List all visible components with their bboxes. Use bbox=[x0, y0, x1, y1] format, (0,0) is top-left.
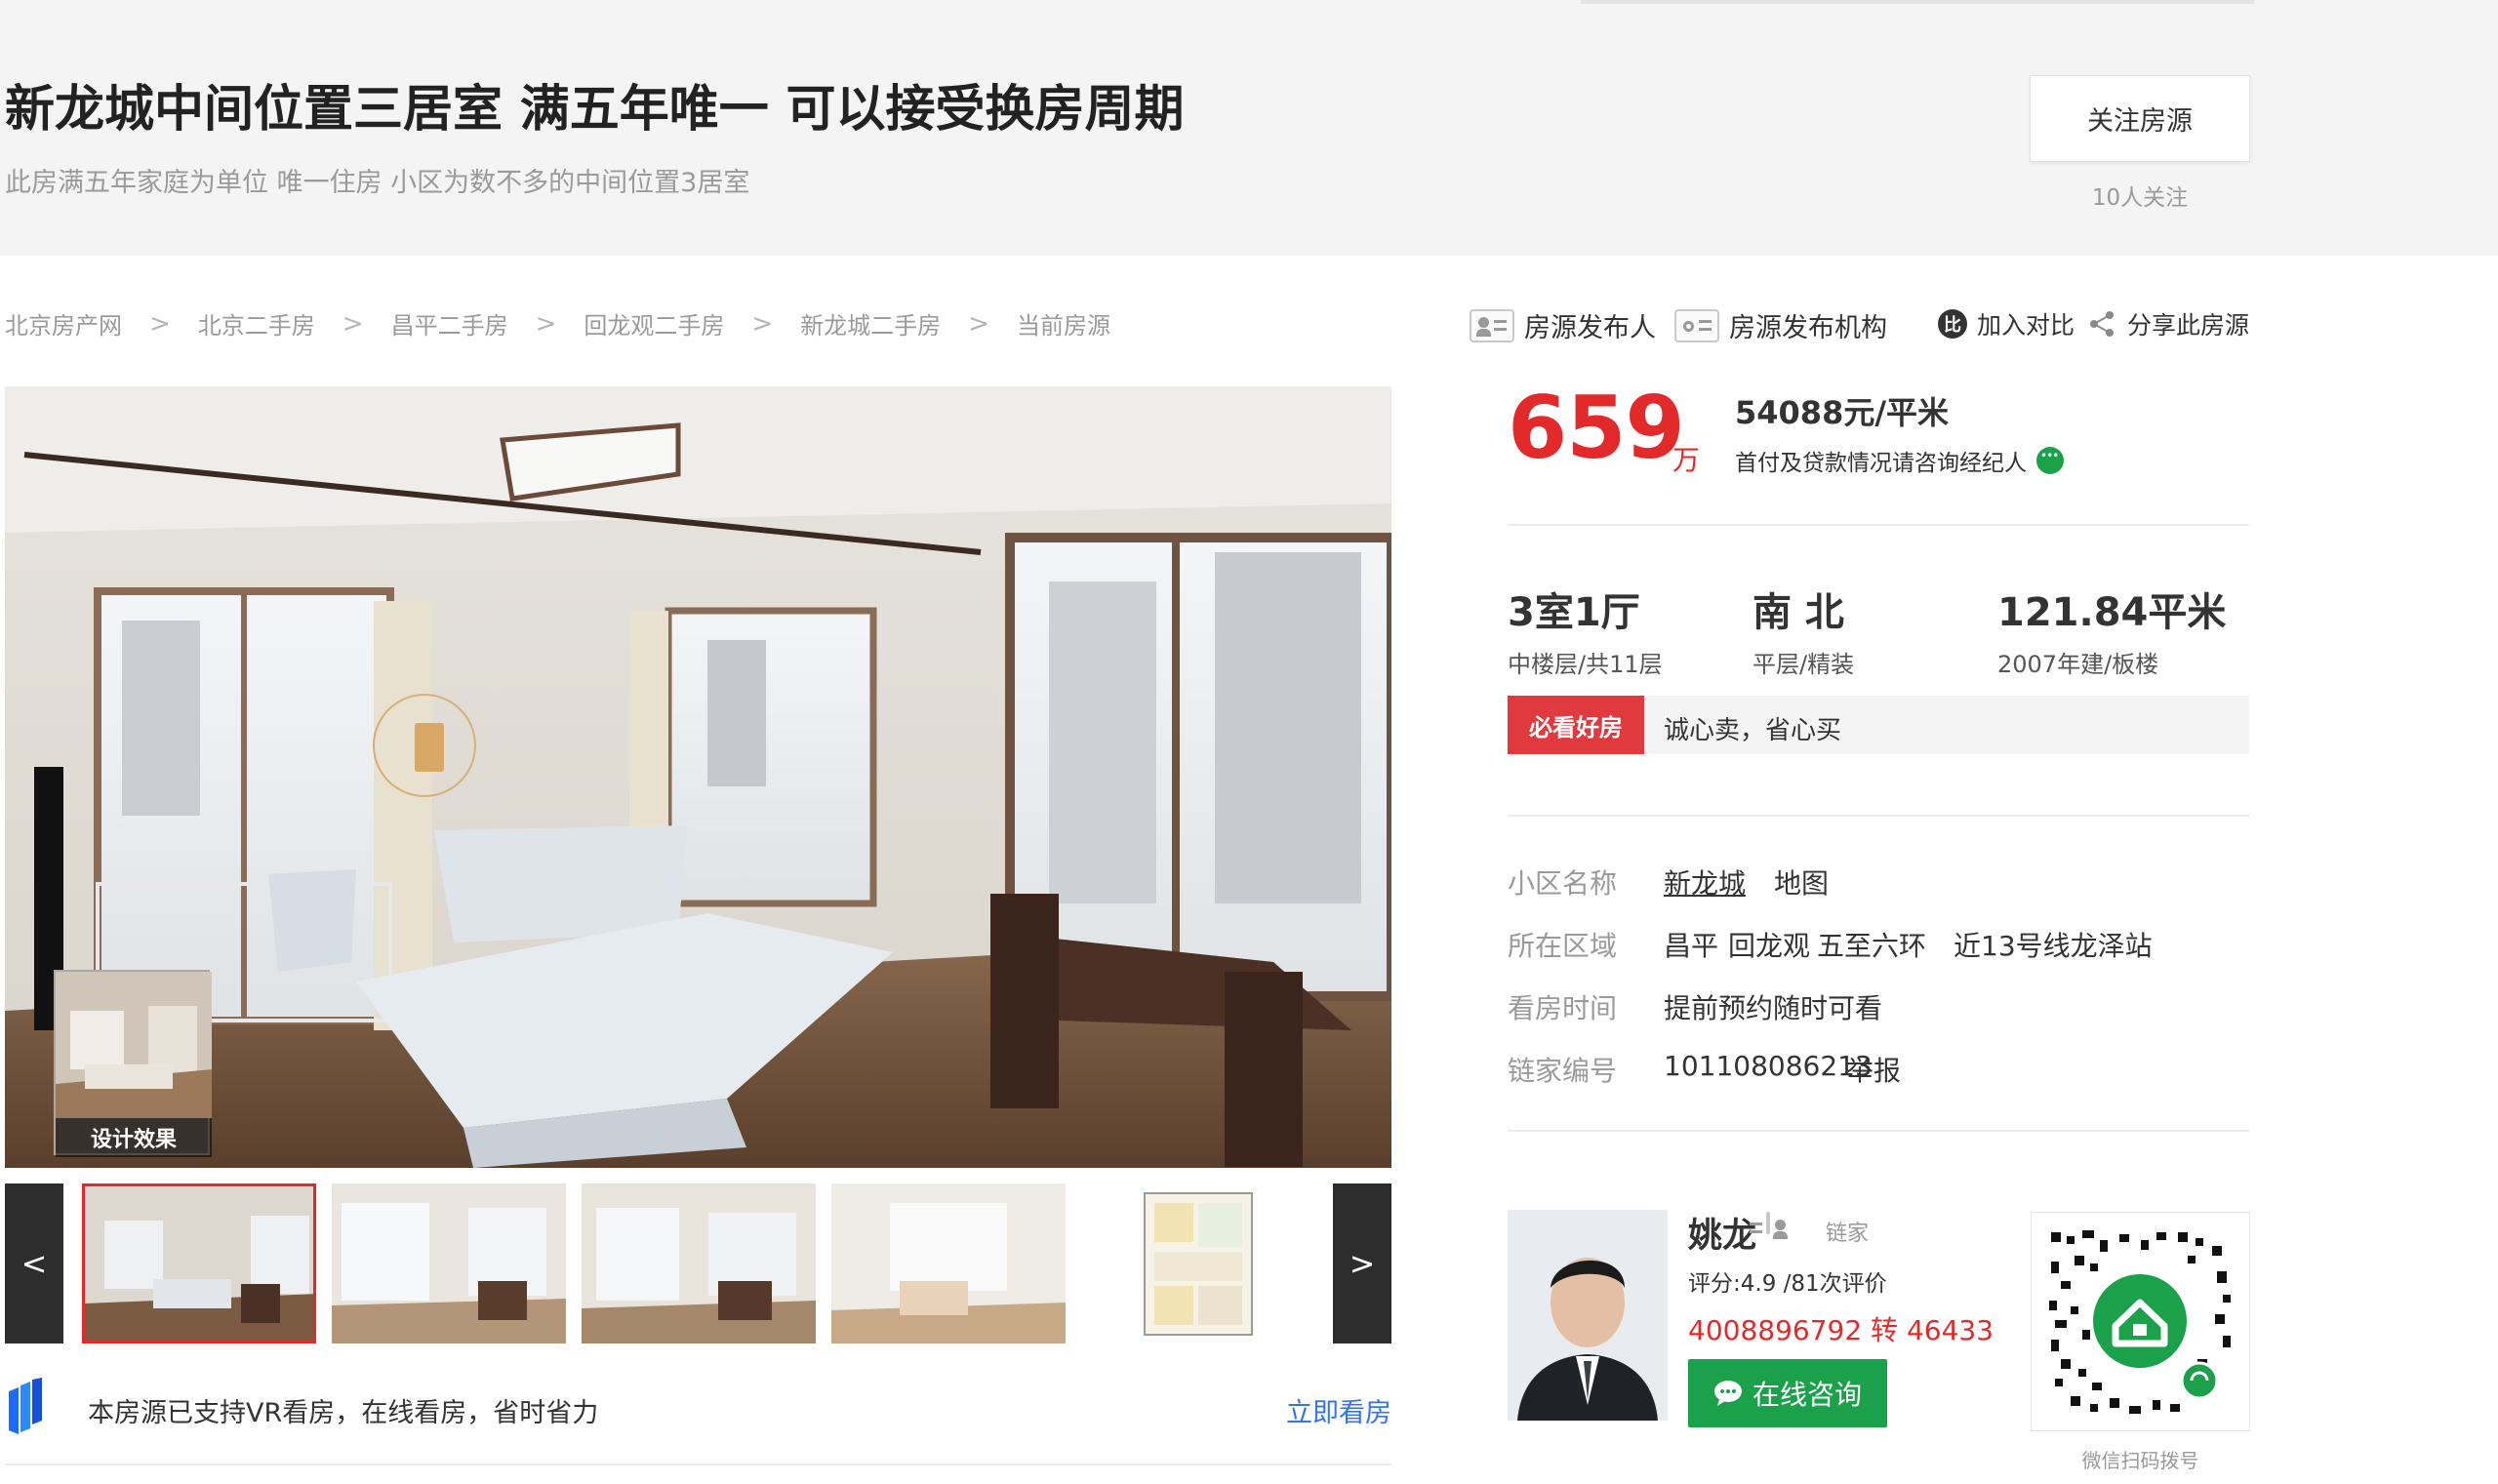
online-consult-button[interactable]: 在线咨询 bbox=[1688, 1359, 1887, 1427]
floorplan-image bbox=[1081, 1183, 1315, 1344]
spec-area-sub: 2007年建/板楼 bbox=[1997, 651, 2159, 678]
chat-bubble-icon bbox=[1713, 1381, 1742, 1406]
breadcrumb-current: 当前房源 bbox=[1016, 312, 1110, 340]
id-card-icon bbox=[1470, 308, 1514, 342]
divider bbox=[5, 1464, 1391, 1465]
map-link[interactable]: 地图 bbox=[1774, 862, 1829, 902]
area-subway: 近13号线龙泽站 bbox=[1954, 930, 2153, 962]
spec-layout-main: 3室1厅 bbox=[1508, 590, 1640, 635]
publisher-button[interactable]: 房源发布人 bbox=[1470, 306, 1656, 344]
design-effect-image bbox=[56, 972, 212, 1118]
agent-phone: 4008896792 转 46433 bbox=[1688, 1314, 1994, 1346]
unit-price: 54088元/平米 bbox=[1735, 394, 1950, 431]
breadcrumb-separator: > bbox=[751, 308, 774, 339]
report-link[interactable]: 举报 bbox=[1846, 1050, 1901, 1089]
thumbnail-dining-2[interactable] bbox=[582, 1183, 816, 1344]
vr-view-link[interactable]: 立即看房 bbox=[1286, 1391, 1391, 1429]
agent-avatar[interactable] bbox=[1508, 1210, 1668, 1421]
area-ring: 五至六环 bbox=[1817, 930, 1927, 962]
top-strip bbox=[1581, 0, 2254, 4]
thumbnail-strip: < > bbox=[5, 1183, 1391, 1344]
qr-code-image bbox=[2032, 1213, 2249, 1430]
breadcrumb-huilongguan[interactable]: 回龙观二手房 bbox=[584, 306, 724, 341]
total-price-unit: 万 bbox=[1672, 444, 1701, 476]
breadcrumb-changping[interactable]: 昌平二手房 bbox=[391, 306, 508, 341]
breadcrumb-beijing-secondhand[interactable]: 北京二手房 bbox=[198, 306, 315, 341]
online-consult-label: 在线咨询 bbox=[1752, 1379, 1862, 1411]
share-button[interactable]: 分享此房源 bbox=[2088, 306, 2249, 341]
agent-rating: 评分:4.9 /81次评价 bbox=[1688, 1271, 1887, 1297]
agent-card-icon[interactable] bbox=[1750, 1212, 1788, 1239]
vr-description: 本房源已支持VR看房，在线看房，省时省力 bbox=[88, 1398, 599, 1428]
payment-tip-text: 首付及贷款情况请咨询经纪人 bbox=[1735, 451, 2027, 476]
must-see-badge: 必看好房 bbox=[1508, 696, 1644, 754]
community-label: 小区名称 bbox=[1508, 867, 1618, 900]
listing-id-label: 链家编号 bbox=[1508, 1055, 1618, 1087]
compare-button[interactable]: 比 加入对比 bbox=[1938, 306, 2075, 341]
agency-label: 房源发布机构 bbox=[1729, 313, 1887, 343]
compare-icon: 比 bbox=[1938, 309, 1967, 339]
publisher-label: 房源发布人 bbox=[1524, 313, 1656, 343]
area-district-link[interactable]: 昌平 bbox=[1664, 925, 1718, 964]
agent-name[interactable]: 姚龙 bbox=[1688, 1208, 1756, 1258]
share-icon bbox=[2090, 311, 2114, 337]
community-link[interactable]: 新龙城 bbox=[1664, 862, 1746, 902]
living-room-photo bbox=[5, 386, 1391, 1168]
follow-count: 10人关注 bbox=[2091, 185, 2189, 211]
spec-area-main: 121.84平米 bbox=[1997, 590, 2227, 635]
listing-subtitle: 此房满五年家庭为单位 唯一住房 小区为数不多的中间位置3居室 bbox=[5, 168, 750, 198]
spec-area: 121.84平米 2007年建/板楼 bbox=[1997, 581, 2226, 679]
divider bbox=[1508, 1130, 2249, 1132]
gallery-next-button[interactable]: > bbox=[1333, 1183, 1391, 1344]
breadcrumb-separator: > bbox=[968, 308, 989, 339]
agent-portrait bbox=[1508, 1210, 1668, 1421]
breadcrumb: 北京房产网 > 北京二手房 > 昌平二手房 > 回龙观二手房 > 新龙城二手房 … bbox=[5, 306, 1110, 341]
main-photo[interactable]: 设计效果 bbox=[5, 386, 1391, 1168]
spec-orientation-main: 南 北 bbox=[1753, 590, 1844, 635]
area-sub-link[interactable]: 回龙观 bbox=[1728, 925, 1810, 964]
spec-layout: 3室1厅 中楼层/共11层 bbox=[1508, 581, 1663, 679]
listing-title: 新龙城中间位置三居室 满五年唯一 可以接受换房周期 bbox=[5, 81, 1185, 139]
thumbnail-living-room[interactable] bbox=[82, 1183, 316, 1344]
agency-card-icon bbox=[1674, 308, 1719, 342]
spec-orientation: 南 北 平层/精装 bbox=[1753, 581, 1854, 679]
thumbnail-floorplan[interactable] bbox=[1081, 1183, 1315, 1344]
breadcrumb-separator: > bbox=[535, 308, 557, 339]
divider bbox=[1508, 524, 2249, 526]
thumbnail-image bbox=[831, 1183, 1066, 1344]
tag-text: 诚心卖，省心买 bbox=[1664, 716, 1842, 745]
agency-button[interactable]: 房源发布机构 bbox=[1674, 306, 1887, 344]
breadcrumb-beijing-realestate[interactable]: 北京房产网 bbox=[5, 306, 122, 341]
listing-id-value: 101108086213 bbox=[1664, 1050, 1873, 1082]
follow-button[interactable]: 关注房源 bbox=[2030, 75, 2250, 162]
vr-logo-icon bbox=[9, 1378, 42, 1434]
share-label: 分享此房源 bbox=[2127, 311, 2250, 340]
breadcrumb-xinlongcheng[interactable]: 新龙城二手房 bbox=[800, 306, 941, 341]
thumbnail-image bbox=[582, 1183, 816, 1344]
agent-brand: 链家 bbox=[1826, 1222, 1870, 1246]
thumbnail-dining[interactable] bbox=[332, 1183, 566, 1344]
compare-label: 加入对比 bbox=[1977, 311, 2075, 340]
spec-layout-sub: 中楼层/共11层 bbox=[1508, 651, 1663, 678]
gallery-prev-button[interactable]: < bbox=[5, 1183, 63, 1344]
spec-orientation-sub: 平层/精装 bbox=[1753, 651, 1855, 678]
thumbnail-image bbox=[332, 1183, 566, 1344]
design-effect-label: 设计效果 bbox=[56, 1118, 212, 1157]
total-price: 659 bbox=[1508, 378, 1685, 478]
design-effect-thumbnail[interactable]: 设计效果 bbox=[54, 970, 212, 1157]
qr-caption: 微信扫码拨号 bbox=[2081, 1449, 2199, 1472]
thumbnail-image bbox=[85, 1186, 313, 1341]
breadcrumb-separator: > bbox=[149, 308, 171, 339]
payment-tip: 首付及贷款情况请咨询经纪人 bbox=[1735, 444, 2064, 477]
highlight-tag-row: 必看好房 诚心卖，省心买 bbox=[1508, 696, 2249, 754]
area-label: 所在区域 bbox=[1508, 930, 1618, 962]
viewing-label: 看房时间 bbox=[1508, 992, 1618, 1024]
viewing-value: 提前预约随时可看 bbox=[1664, 992, 1883, 1024]
divider bbox=[1508, 815, 2249, 817]
thumbnail-bedroom[interactable] bbox=[831, 1183, 1066, 1344]
vr-row: 本房源已支持VR看房，在线看房，省时省力 立即看房 bbox=[5, 1378, 1391, 1436]
wechat-chat-icon[interactable] bbox=[2036, 447, 2064, 474]
wechat-qr-code bbox=[2031, 1212, 2250, 1431]
breadcrumb-separator: > bbox=[342, 308, 364, 339]
